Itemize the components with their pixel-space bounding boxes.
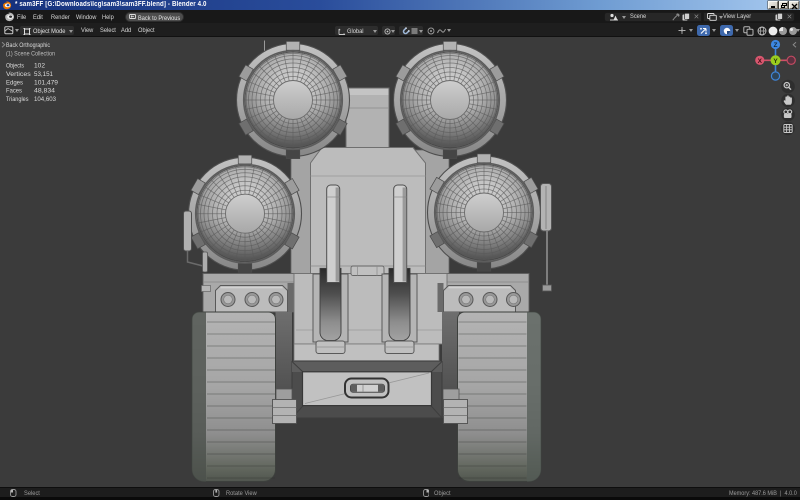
svg-text:X: X (758, 58, 763, 65)
svg-text:Faces: Faces (6, 88, 23, 95)
svg-text:Vertices: Vertices (6, 71, 31, 78)
svg-text:Y: Y (773, 58, 778, 65)
svg-text:Edges: Edges (6, 79, 24, 86)
svg-text:102: 102 (34, 63, 45, 70)
svg-text:104,603: 104,603 (34, 96, 56, 103)
svg-text:101,479: 101,479 (34, 79, 58, 86)
svg-text:53,151: 53,151 (34, 71, 53, 78)
svg-text:(1) Scene Collection: (1) Scene Collection (6, 51, 55, 58)
svg-text:48,834: 48,834 (34, 88, 55, 95)
svg-text:Objects: Objects (6, 63, 25, 70)
svg-text:Triangles: Triangles (6, 96, 29, 103)
svg-text:Back Orthographic: Back Orthographic (6, 42, 51, 49)
svg-text:Z: Z (774, 42, 778, 49)
